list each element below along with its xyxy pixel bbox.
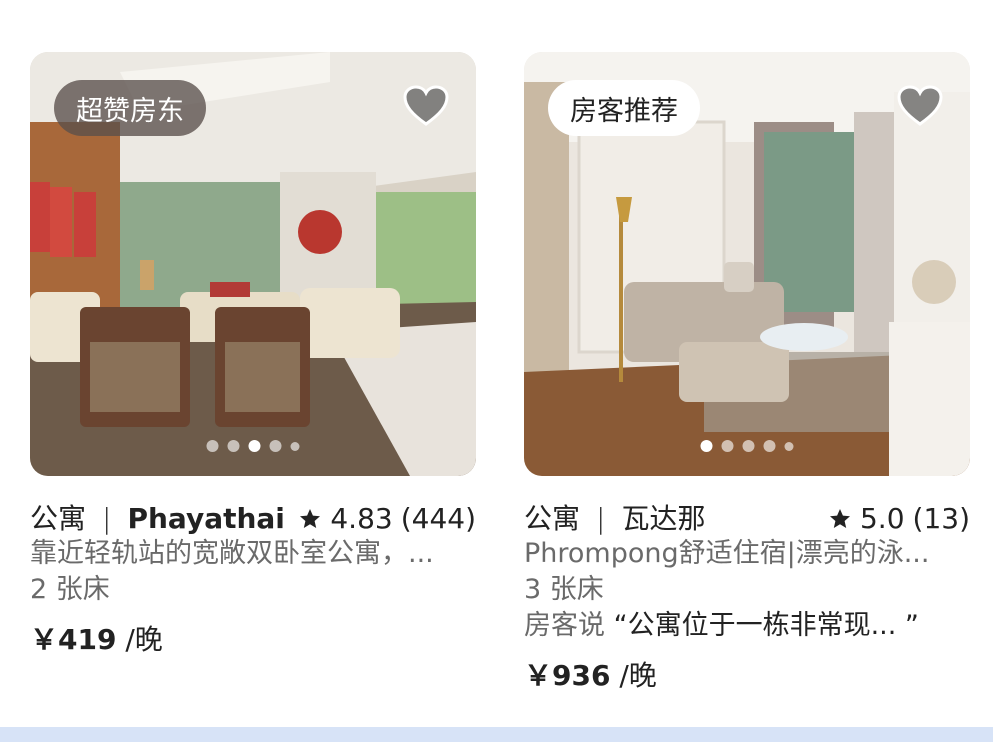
footer-bar <box>0 727 993 742</box>
listing-beds: 3 张床 <box>524 574 604 605</box>
listing-header: 公寓 | Phayathai 4.83 (444) <box>30 502 476 536</box>
review-prefix: 房客说 <box>524 610 605 641</box>
price-unit: /晚 <box>116 623 163 656</box>
listing-photo[interactable]: 房客推荐 <box>524 52 970 476</box>
listing-separator: | <box>102 502 112 535</box>
listing-description: Phrompong舒适住宿|漂亮的泳... <box>524 538 930 569</box>
price-amount: ￥936 <box>524 659 611 692</box>
listing-description: 靠近轻轨站的宽敞双卧室公寓，... <box>30 538 434 569</box>
photo-dot[interactable] <box>290 441 300 451</box>
rating-value: 5.0 <box>859 502 905 535</box>
photo-dot-active[interactable] <box>248 440 261 452</box>
price-amount: ￥419 <box>30 623 117 656</box>
price-unit: /晚 <box>610 659 657 692</box>
listing-price: ￥936 /晚 <box>524 658 970 694</box>
guest-favorite-badge: 房客推荐 <box>548 80 700 136</box>
listing-type: 公寓 <box>30 502 87 535</box>
photo-pagination <box>700 440 794 452</box>
listing-rating: 4.83 (444) <box>298 502 476 536</box>
listing-card[interactable]: 房客推荐 公寓 | 瓦达那 5.0 (13) Phrompong舒适住宿|漂亮的… <box>524 52 970 694</box>
rating-value: 4.83 <box>330 502 393 535</box>
heart-icon[interactable] <box>402 84 450 128</box>
listing-photo[interactable]: 超赞房东 <box>30 52 476 476</box>
star-icon <box>829 509 850 528</box>
star-icon <box>300 509 321 528</box>
listing-location: 瓦达那 <box>621 502 706 535</box>
listing-location: Phayathai <box>127 502 285 535</box>
guest-review-snippet: 房客说 “公寓位于一栋非常现... ” <box>524 608 970 644</box>
photo-dot[interactable] <box>742 440 755 452</box>
heart-icon[interactable] <box>896 84 944 128</box>
photo-dot[interactable] <box>784 441 794 451</box>
listing-separator: | <box>596 502 606 535</box>
photo-dot[interactable] <box>206 440 219 452</box>
review-quote: “公寓位于一栋非常现... ” <box>613 610 919 641</box>
photo-dot[interactable] <box>763 440 776 452</box>
superhost-badge: 超赞房东 <box>54 80 206 136</box>
listing-price: ￥419 /晚 <box>30 622 476 658</box>
review-count: (444) <box>400 502 476 535</box>
photo-dot-active[interactable] <box>700 440 713 452</box>
photo-pagination <box>206 440 300 452</box>
photo-dot[interactable] <box>721 440 734 452</box>
listing-rating: 5.0 (13) <box>828 502 970 536</box>
listing-type: 公寓 <box>524 502 581 535</box>
listing-header: 公寓 | 瓦达那 5.0 (13) <box>524 502 970 536</box>
review-count: (13) <box>912 502 970 535</box>
photo-dot[interactable] <box>269 440 282 452</box>
listing-beds: 2 张床 <box>30 574 110 605</box>
listing-card[interactable]: 超赞房东 公寓 | Phayathai 4.83 (444) 靠近轻轨站的宽敞双… <box>30 52 476 658</box>
photo-dot[interactable] <box>227 440 240 452</box>
